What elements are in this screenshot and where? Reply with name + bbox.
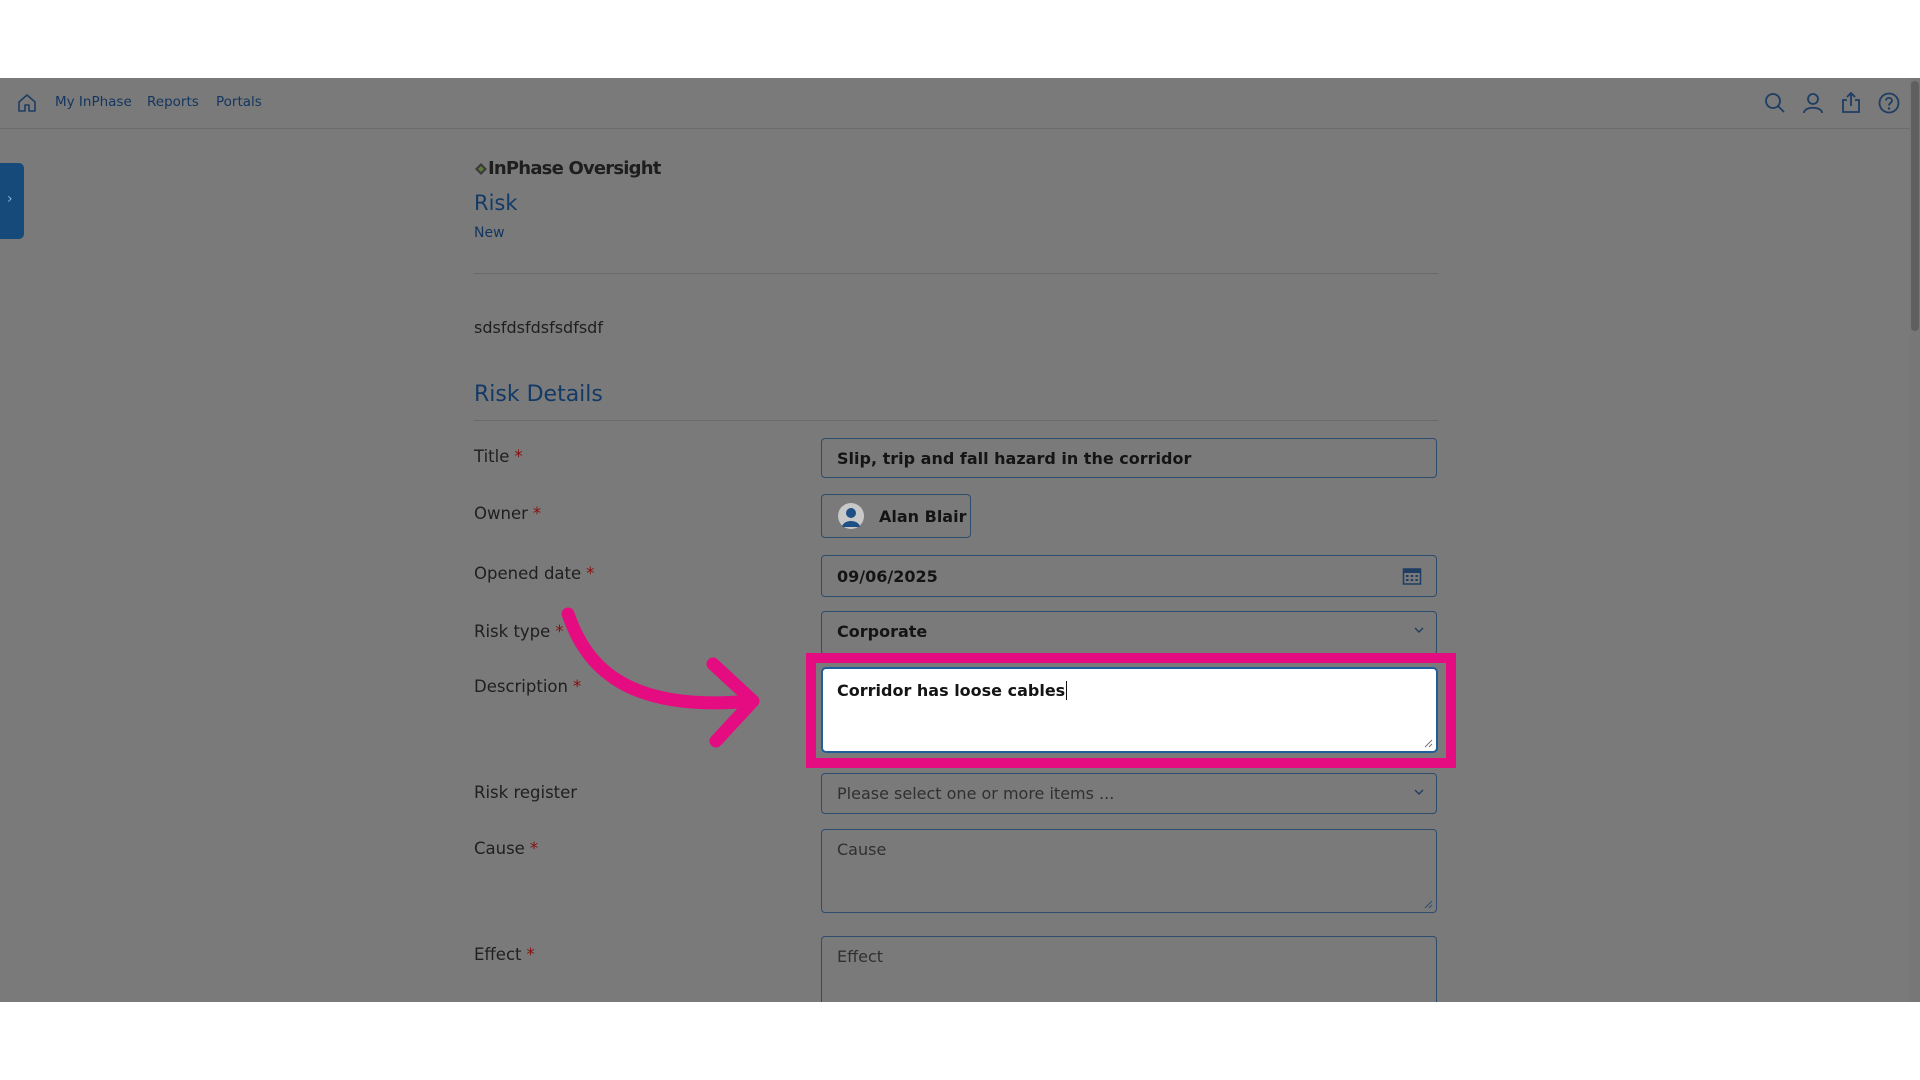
required-marker: * bbox=[532, 504, 542, 523]
page-title: Risk bbox=[474, 191, 518, 215]
effect-label: Effect * bbox=[474, 945, 535, 964]
page-subtitle: New bbox=[474, 225, 505, 241]
help-icon[interactable] bbox=[1877, 91, 1901, 115]
highlight-box bbox=[806, 653, 1456, 768]
section-title: Risk Details bbox=[474, 382, 603, 407]
user-icon[interactable] bbox=[1801, 91, 1825, 115]
top-navigation: My InPhase Reports Portals bbox=[0, 78, 1910, 129]
app-window: My InPhase Reports Portals › InPhase Ove… bbox=[0, 78, 1920, 1002]
scrollbar[interactable] bbox=[1910, 78, 1920, 1002]
share-icon[interactable] bbox=[1839, 91, 1863, 115]
sidebar-toggle[interactable]: › bbox=[0, 163, 24, 239]
required-marker: * bbox=[529, 839, 539, 858]
logo-mark-icon bbox=[475, 163, 487, 175]
risk-type-select[interactable]: Corporate bbox=[821, 611, 1437, 655]
risk-register-label: Risk register bbox=[474, 783, 578, 802]
opened-date-label: Opened date * bbox=[474, 564, 595, 583]
divider bbox=[474, 273, 1438, 274]
required-marker: * bbox=[586, 564, 595, 583]
nav-link-my-inphase[interactable]: My InPhase bbox=[55, 94, 132, 110]
letterbox-bottom bbox=[0, 1002, 1920, 1080]
nav-link-portals[interactable]: Portals bbox=[216, 94, 262, 110]
risk-register-select[interactable]: Please select one or more items ... bbox=[821, 773, 1437, 814]
cause-textarea[interactable]: Cause bbox=[821, 829, 1437, 913]
cause-placeholder: Cause bbox=[837, 840, 887, 859]
risk-type-value: Corporate bbox=[837, 622, 928, 641]
title-value: Slip, trip and fall hazard in the corrid… bbox=[837, 449, 1192, 468]
chevron-right-icon: › bbox=[7, 191, 13, 207]
chevron-down-icon bbox=[1414, 627, 1424, 633]
avatar bbox=[838, 503, 864, 529]
required-marker: * bbox=[514, 447, 523, 466]
effect-placeholder: Effect bbox=[837, 947, 884, 966]
effect-textarea[interactable]: Effect bbox=[821, 936, 1437, 1002]
logo-text: InPhase Oversight bbox=[488, 158, 661, 179]
annotation-arrow-icon bbox=[561, 607, 760, 748]
scrollbar-thumb[interactable] bbox=[1911, 81, 1919, 331]
risk-type-label: Risk type * bbox=[474, 622, 564, 641]
search-icon[interactable] bbox=[1763, 91, 1787, 115]
opened-date-input[interactable]: 09/06/2025 bbox=[821, 555, 1437, 597]
cause-label: Cause * bbox=[474, 839, 539, 858]
resize-handle-icon[interactable] bbox=[1424, 900, 1433, 909]
home-icon[interactable] bbox=[16, 92, 38, 114]
chevron-down-icon bbox=[1414, 789, 1424, 795]
title-label: Title * bbox=[474, 447, 523, 466]
owner-label: Owner * bbox=[474, 504, 542, 523]
owner-chip[interactable]: Alan Blair bbox=[821, 494, 971, 538]
nav-link-reports[interactable]: Reports bbox=[147, 94, 199, 110]
owner-name: Alan Blair bbox=[879, 507, 967, 526]
letterbox-top bbox=[0, 0, 1920, 78]
opened-date-value: 09/06/2025 bbox=[837, 567, 938, 586]
risk-register-placeholder: Please select one or more items ... bbox=[837, 784, 1115, 803]
calendar-icon[interactable] bbox=[1402, 566, 1422, 590]
required-marker: * bbox=[526, 945, 535, 964]
title-input[interactable]: Slip, trip and fall hazard in the corrid… bbox=[821, 438, 1437, 478]
record-text: sdsfdsfdsfsdfsdf bbox=[474, 318, 603, 337]
section-divider bbox=[474, 420, 1438, 421]
